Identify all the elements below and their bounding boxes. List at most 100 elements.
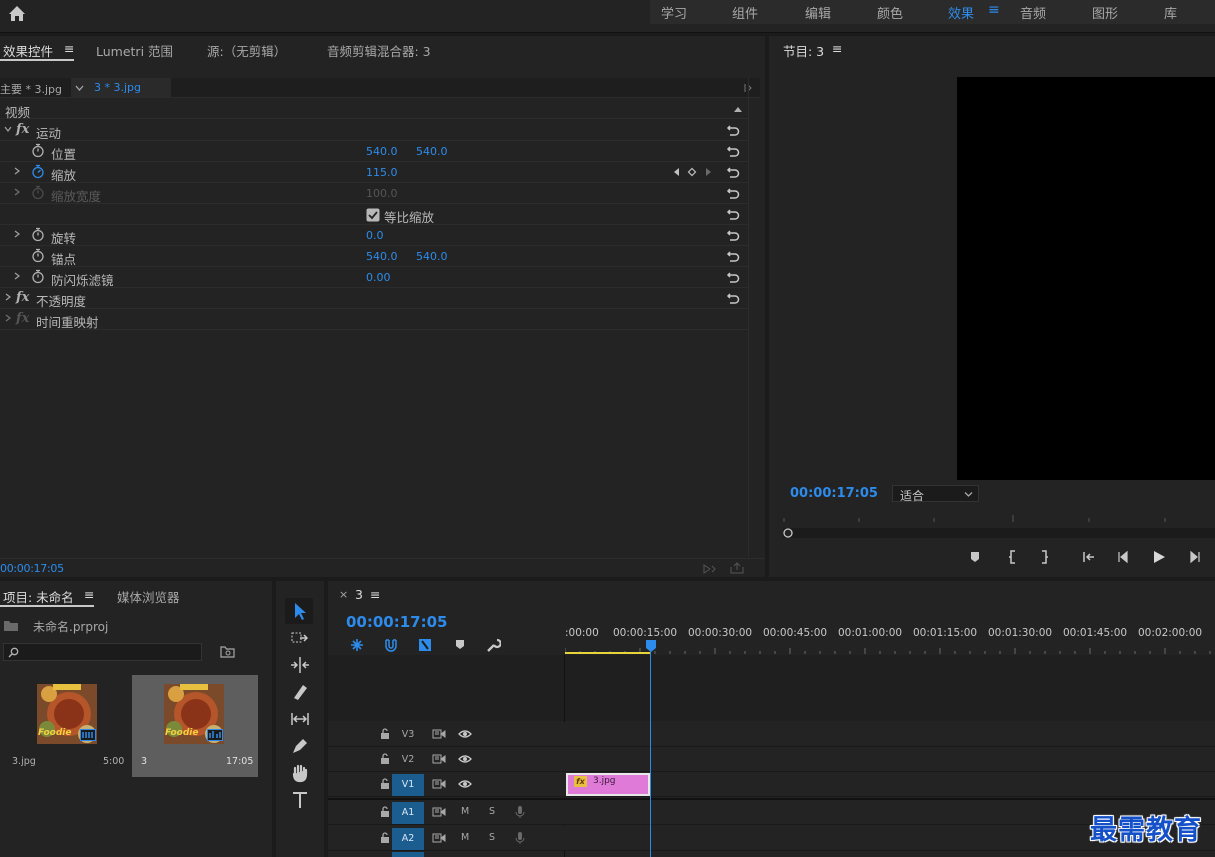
uniform-scale-checkbox[interactable]: [366, 208, 380, 222]
chevron-down-icon[interactable]: [3, 124, 13, 134]
timeline-menu-icon[interactable]: ≡: [370, 587, 380, 602]
effect-row-opacity[interactable]: fx 不透明度: [0, 288, 748, 309]
razor-tool-icon[interactable]: [290, 682, 310, 702]
anchor-y-value[interactable]: 540.0: [416, 250, 448, 263]
effect-row-time-remapping[interactable]: fx 时间重映射: [0, 309, 748, 330]
reset-icon[interactable]: [726, 207, 740, 221]
chevron-right-icon[interactable]: [3, 292, 13, 302]
mark-out-icon[interactable]: [1037, 550, 1051, 564]
program-video-frame[interactable]: [957, 77, 1215, 480]
program-timecode[interactable]: 00:00:17:05: [790, 486, 878, 501]
eye-icon[interactable]: [458, 778, 472, 790]
toggle-sync-lock-icon[interactable]: [432, 806, 446, 818]
go-to-in-icon[interactable]: [1082, 550, 1096, 564]
reset-icon[interactable]: [726, 291, 740, 305]
workspace-graphics[interactable]: 图形: [1092, 3, 1118, 22]
program-menu-icon[interactable]: ≡: [832, 41, 842, 56]
toggle-sync-lock-icon[interactable]: [432, 832, 446, 844]
toggle-sync-lock-icon[interactable]: [432, 753, 446, 765]
track-name[interactable]: V2: [392, 749, 424, 771]
workspace-effects[interactable]: 效果: [948, 3, 974, 22]
next-keyframe-icon[interactable]: [703, 167, 713, 177]
workspace-libraries[interactable]: 库: [1164, 3, 1177, 22]
reset-icon[interactable]: [726, 186, 740, 200]
chevron-right-icon[interactable]: [12, 166, 22, 176]
expand-timeline-icon[interactable]: [742, 83, 752, 93]
step-back-icon[interactable]: [1117, 550, 1131, 564]
toggle-sync-lock-icon[interactable]: [432, 728, 446, 740]
eye-icon[interactable]: [458, 753, 472, 765]
track-name[interactable]: A1: [392, 802, 424, 824]
add-marker-icon[interactable]: [452, 637, 468, 653]
selection-tool-icon[interactable]: [290, 601, 310, 621]
position-y-value[interactable]: 540.0: [416, 145, 448, 158]
tab-effect-controls[interactable]: 效果控件: [3, 41, 53, 60]
ripple-edit-tool-icon[interactable]: [290, 655, 310, 675]
close-sequence-icon[interactable]: ×: [339, 588, 348, 601]
reset-icon[interactable]: [726, 123, 740, 137]
playhead-head-icon[interactable]: [645, 639, 657, 653]
tab-media-browser[interactable]: 媒体浏览器: [117, 587, 180, 606]
track-name[interactable]: A2: [392, 828, 424, 850]
master-clip-label[interactable]: 主要 * 3.jpg: [0, 81, 62, 97]
linked-selection-icon[interactable]: [417, 637, 433, 653]
mute-button[interactable]: M: [461, 832, 469, 843]
workspace-assembly[interactable]: 组件: [732, 3, 758, 22]
track-name[interactable]: V1: [392, 774, 424, 796]
project-search-input[interactable]: [3, 643, 202, 661]
tab-source[interactable]: 源:（无剪辑）: [207, 41, 286, 60]
reset-icon[interactable]: [726, 144, 740, 158]
lock-icon[interactable]: [378, 778, 392, 790]
solo-button[interactable]: S: [489, 806, 495, 817]
tab-lumetri-scopes[interactable]: Lumetri 范围: [96, 41, 173, 60]
project-item[interactable]: Foodie 3.jpg 5:00: [5, 675, 131, 777]
position-x-value[interactable]: 540.0: [366, 145, 398, 158]
timeline-clip[interactable]: fx 3.jpg: [566, 773, 650, 796]
reset-icon[interactable]: [726, 165, 740, 179]
mute-button[interactable]: M: [461, 806, 469, 817]
add-keyframe-icon[interactable]: [687, 167, 697, 177]
eye-icon[interactable]: [458, 728, 472, 740]
prev-keyframe-icon[interactable]: [672, 167, 682, 177]
fx-badge[interactable]: fx: [16, 122, 29, 137]
stopwatch-active-icon[interactable]: [31, 164, 45, 179]
fit-dropdown[interactable]: 适合: [892, 485, 979, 503]
track-name[interactable]: V3: [392, 724, 424, 746]
microphone-icon[interactable]: [513, 806, 527, 818]
hand-tool-icon[interactable]: [290, 763, 310, 783]
wrench-icon[interactable]: [485, 637, 501, 653]
clip-selector[interactable]: 3 * 3.jpg: [71, 78, 171, 98]
type-tool-icon[interactable]: [290, 790, 310, 810]
snap-icon[interactable]: [383, 637, 399, 653]
stopwatch-icon[interactable]: [31, 227, 45, 242]
chevron-right-icon[interactable]: [12, 271, 22, 281]
playhead-line[interactable]: [650, 651, 651, 857]
toggle-sync-lock-icon[interactable]: [432, 778, 446, 790]
step-forward-icon[interactable]: [1187, 550, 1201, 564]
fx-badge[interactable]: fx: [16, 290, 29, 305]
effects-timecode[interactable]: 00:00:17:05: [0, 562, 64, 575]
project-menu-icon[interactable]: ≡: [84, 587, 94, 602]
collapse-up-icon[interactable]: [733, 105, 743, 113]
slip-tool-icon[interactable]: [290, 709, 310, 729]
rotation-value[interactable]: 0.0: [366, 229, 384, 242]
timeline-timecode[interactable]: 00:00:17:05: [346, 613, 448, 631]
tab-project[interactable]: 项目: 未命名: [3, 587, 74, 606]
tab-menu-icon[interactable]: ≡: [64, 41, 74, 56]
play-icon[interactable]: [1152, 550, 1166, 564]
program-monitor-title[interactable]: 节目: 3: [783, 41, 824, 60]
reset-icon[interactable]: [726, 249, 740, 263]
project-item[interactable]: Foodie 3 17:05: [132, 675, 258, 777]
reset-icon[interactable]: [726, 270, 740, 284]
playhead-handle-icon[interactable]: [783, 528, 793, 538]
export-frame-icon[interactable]: [730, 562, 744, 574]
lock-icon[interactable]: [378, 832, 392, 844]
stopwatch-icon[interactable]: [31, 269, 45, 284]
tab-sequence[interactable]: 3: [355, 587, 363, 602]
effect-row-motion[interactable]: fx 运动: [0, 120, 748, 141]
chevron-right-icon[interactable]: [3, 313, 13, 323]
anchor-x-value[interactable]: 540.0: [366, 250, 398, 263]
home-icon[interactable]: [7, 4, 27, 24]
lock-icon[interactable]: [378, 728, 392, 740]
pen-tool-icon[interactable]: [290, 736, 310, 756]
